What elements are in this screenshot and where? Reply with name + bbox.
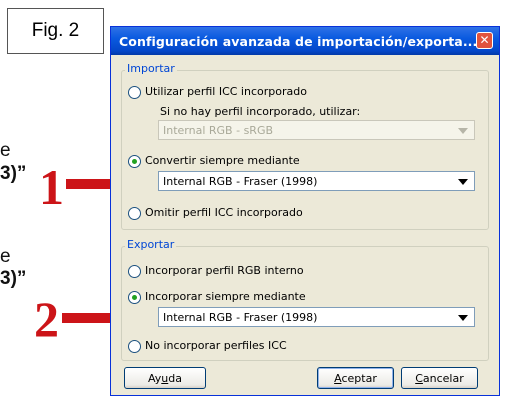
dialog-title: Configuración avanzada de importación/ex…	[119, 34, 478, 49]
dialog-titlebar[interactable]: Configuración avanzada de importación/ex…	[111, 27, 499, 55]
radio-embed-always[interactable]	[128, 291, 141, 304]
radio-embed-internal[interactable]	[128, 265, 141, 278]
radio-convert-always-label[interactable]: Convertir siempre mediante	[145, 154, 300, 167]
radio-omit-embedded-label[interactable]: Omitir perfil ICC incorporado	[145, 206, 303, 219]
export-profile-value: Internal RGB - Fraser (1998)	[163, 311, 318, 324]
radio-no-embed[interactable]	[128, 340, 141, 353]
accept-button[interactable]: Aceptar	[317, 367, 394, 389]
radio-use-embedded-label[interactable]: Utilizar perfil ICC incorporado	[145, 85, 307, 98]
figure-label: Fig. 2	[7, 8, 104, 54]
radio-omit-embedded[interactable]	[128, 207, 141, 220]
radio-embed-always-label[interactable]: Incorporar siempre mediante	[145, 290, 306, 303]
radio-no-embed-label[interactable]: No incorporar perfiles ICC	[145, 339, 287, 352]
annotation-number-1: 1	[39, 159, 64, 215]
chevron-down-icon	[458, 128, 468, 134]
help-button[interactable]: Ayuda	[124, 367, 206, 389]
close-button[interactable]: ✕	[476, 32, 493, 49]
import-group-legend: Importar	[125, 62, 177, 75]
export-profile-select[interactable]: Internal RGB - Fraser (1998)	[158, 307, 475, 327]
background-text-1: e	[0, 140, 11, 161]
radio-use-embedded[interactable]	[128, 86, 141, 99]
help-button-label: Ayuda	[147, 371, 182, 385]
radio-convert-always[interactable]	[128, 155, 141, 168]
background-text-2: 3)”	[0, 163, 27, 184]
chevron-down-icon	[458, 179, 468, 185]
cancel-button-label: Cancelar	[415, 371, 464, 385]
fallback-profile-select: Internal RGB - sRGB	[158, 120, 475, 140]
background-text-3: e	[0, 246, 11, 267]
background-text-4: 3)”	[0, 268, 27, 289]
fallback-label: Si no hay perfil incorporado, utilizar:	[160, 105, 361, 118]
import-export-dialog: Configuración avanzada de importación/ex…	[110, 26, 500, 396]
cancel-button[interactable]: Cancelar	[401, 367, 478, 389]
fallback-profile-value: Internal RGB - sRGB	[163, 124, 274, 137]
figure-label-text: Fig. 2	[31, 20, 80, 41]
convert-profile-select[interactable]: Internal RGB - Fraser (1998)	[158, 171, 475, 191]
close-icon: ✕	[479, 33, 490, 47]
convert-profile-value: Internal RGB - Fraser (1998)	[163, 175, 318, 188]
radio-embed-internal-label[interactable]: Incorporar perfil RGB interno	[145, 264, 304, 277]
accept-button-label: Aceptar	[334, 371, 377, 385]
export-group-legend: Exportar	[125, 238, 177, 251]
chevron-down-icon	[458, 315, 468, 321]
annotation-number-2: 2	[34, 291, 59, 347]
